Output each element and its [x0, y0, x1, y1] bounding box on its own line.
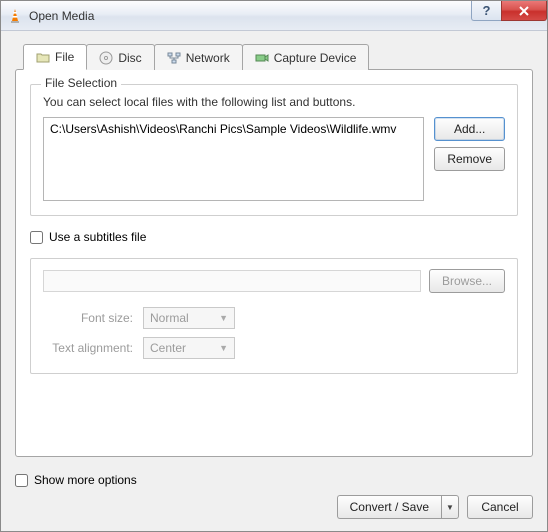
network-icon — [167, 51, 181, 65]
file-selection-hint: You can select local files with the foll… — [43, 95, 505, 109]
vlc-cone-icon — [7, 8, 23, 24]
disc-icon — [99, 51, 113, 65]
text-align-value: Center — [150, 341, 186, 355]
cancel-button[interactable]: Cancel — [467, 495, 533, 519]
capture-icon — [255, 51, 269, 65]
file-selection-legend: File Selection — [41, 76, 121, 90]
chevron-down-icon: ▼ — [219, 313, 228, 323]
font-size-value: Normal — [150, 311, 189, 325]
show-more-checkbox[interactable] — [15, 474, 28, 487]
font-size-select: Normal ▼ — [143, 307, 235, 329]
tab-disc-label: Disc — [118, 51, 141, 65]
show-more-row[interactable]: Show more options — [15, 473, 533, 487]
text-align-label: Text alignment: — [43, 341, 133, 355]
tab-file[interactable]: File — [23, 44, 87, 70]
tab-file-label: File — [55, 50, 74, 64]
close-button[interactable] — [501, 1, 547, 21]
use-subtitles-checkbox[interactable] — [30, 231, 43, 244]
tab-network-label: Network — [186, 51, 230, 65]
open-media-dialog: Open Media ? File Disc — [0, 0, 548, 532]
browse-button: Browse... — [429, 269, 505, 293]
use-subtitles-row[interactable]: Use a subtitles file — [30, 230, 518, 244]
font-size-label: Font size: — [43, 311, 133, 325]
tab-strip: File Disc Network Capture Device — [15, 44, 533, 70]
window-title: Open Media — [29, 9, 94, 23]
remove-button[interactable]: Remove — [434, 147, 505, 171]
subtitle-path-input — [43, 270, 421, 292]
file-list[interactable]: C:\Users\Ashish\Videos\Ranchi Pics\Sampl… — [43, 117, 424, 201]
use-subtitles-label: Use a subtitles file — [49, 230, 146, 244]
add-button[interactable]: Add... — [434, 117, 505, 141]
show-more-label: Show more options — [34, 473, 137, 487]
tab-panel-file: File Selection You can select local file… — [15, 69, 533, 457]
tab-disc[interactable]: Disc — [86, 44, 154, 70]
help-button[interactable]: ? — [471, 1, 501, 21]
file-icon — [36, 50, 50, 64]
titlebar: Open Media ? — [1, 1, 547, 31]
convert-save-button[interactable]: Convert / Save — [337, 495, 441, 519]
convert-save-dropdown[interactable]: ▼ — [441, 495, 459, 519]
tab-capture[interactable]: Capture Device — [242, 44, 370, 70]
text-align-select: Center ▼ — [143, 337, 235, 359]
tab-network[interactable]: Network — [154, 44, 243, 70]
file-list-item[interactable]: C:\Users\Ashish\Videos\Ranchi Pics\Sampl… — [50, 122, 417, 136]
file-selection-group: File Selection You can select local file… — [30, 84, 518, 216]
tab-capture-label: Capture Device — [274, 51, 357, 65]
subtitles-group: Browse... Font size: Normal ▼ Text align… — [30, 258, 518, 374]
chevron-down-icon: ▼ — [219, 343, 228, 353]
